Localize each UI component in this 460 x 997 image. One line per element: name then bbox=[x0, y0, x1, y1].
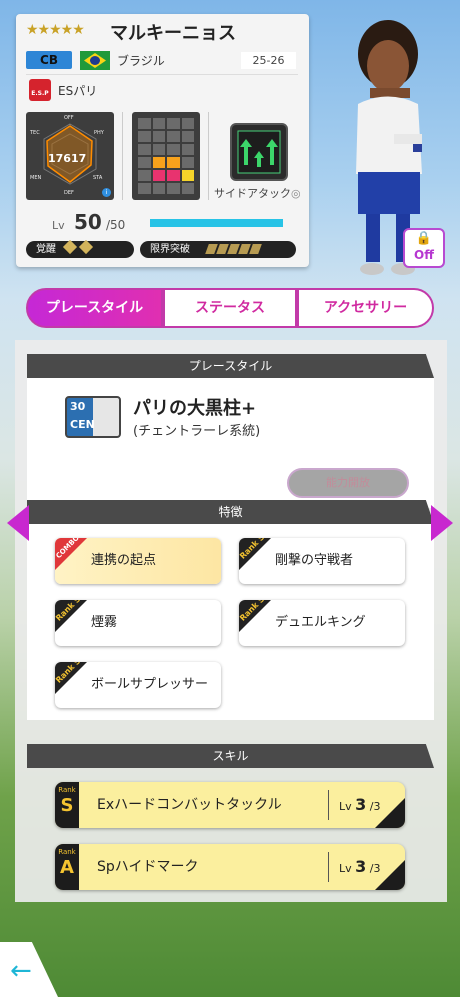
club-label: ESパリ bbox=[58, 84, 98, 98]
trait-label: 剛撃の守戦者 bbox=[275, 553, 354, 568]
trait-label: 連携の起点 bbox=[91, 553, 157, 568]
nation-label: ブラジル bbox=[117, 54, 165, 68]
playstyle-badge-icon: 30 CEN bbox=[65, 396, 121, 438]
radar-label-off: OFF bbox=[64, 115, 74, 121]
traits-header: 特徴 bbox=[27, 500, 434, 524]
playstyle-badge-number: 30 bbox=[70, 400, 86, 413]
radar-label-phy: PHY bbox=[94, 130, 104, 136]
player-name: マルキーニョス bbox=[110, 23, 236, 44]
back-arrow-icon: ← bbox=[10, 956, 32, 986]
detail-panel: プレースタイル 30 CEN パリの大黒柱+ (チェントラーレ系統) 能力開放 … bbox=[15, 340, 447, 902]
info-icon[interactable]: i bbox=[102, 188, 111, 197]
skills-header: スキル bbox=[27, 744, 434, 768]
trait-item[interactable]: COMBO 連携の起点 bbox=[55, 538, 221, 584]
trait-label: ボールサプレッサー bbox=[91, 677, 209, 692]
trait-item[interactable]: Rank S 剛撃の守戦者 bbox=[239, 538, 405, 584]
level-value: 50 bbox=[74, 210, 102, 234]
tab-accessory[interactable]: アクセサリー bbox=[297, 288, 434, 328]
skills-section: Rank S Exハードコンバットタックル Lv 3 /3 Rank A Spハイド… bbox=[27, 768, 434, 902]
skill-name: Exハードコンバットタックル bbox=[97, 797, 282, 813]
skill-rank-badge: Rank S bbox=[55, 782, 79, 828]
tab-playstyle[interactable]: プレースタイル bbox=[26, 288, 163, 328]
playstyle-name: パリの大黒柱+ bbox=[133, 398, 257, 419]
radar-label-sta: STA bbox=[93, 175, 103, 181]
off-label: Off bbox=[414, 248, 434, 262]
trait-label: デュエルキング bbox=[275, 615, 366, 630]
trait-item[interactable]: Rank S 煙霧 bbox=[55, 600, 221, 646]
limit-break-pill: 限界突破 bbox=[140, 241, 296, 258]
playstyle-header: プレースタイル bbox=[27, 354, 434, 378]
skill-item[interactable]: Rank S Exハードコンバットタックル Lv 3 /3 bbox=[55, 782, 405, 828]
unlock-ability-button[interactable]: 能力開放 bbox=[287, 468, 409, 498]
lock-icon: 🔒 bbox=[415, 231, 433, 246]
awaken-diamond-icon bbox=[79, 239, 94, 255]
info-circle-icon: ◎ bbox=[291, 187, 301, 200]
limit-break-label: 限界突破 bbox=[150, 244, 190, 255]
position-map bbox=[132, 112, 200, 200]
trait-label: 煙霧 bbox=[91, 615, 118, 630]
position-badge: CB bbox=[26, 51, 72, 69]
club-logo-icon: E.S.P bbox=[29, 79, 51, 101]
skill-level: Lv 3 /3 bbox=[339, 857, 381, 876]
awaken-diamond-icon bbox=[63, 239, 78, 255]
trait-item[interactable]: Rank S ボールサプレッサー bbox=[55, 662, 221, 708]
limit-stripe-icon bbox=[249, 244, 263, 254]
stat-radar[interactable]: OFF TEC PHY MEN STA DEF 17617 i bbox=[26, 112, 114, 200]
season-label: 25-26 bbox=[241, 52, 296, 69]
radar-label-def: DEF bbox=[64, 190, 74, 196]
skill-level: Lv 3 /3 bbox=[339, 795, 381, 814]
playstyle-subtitle: (チェントラーレ系統) bbox=[133, 424, 261, 439]
divider bbox=[208, 112, 209, 200]
avatar-toggle-button[interactable]: 🔒 Off bbox=[403, 228, 445, 268]
playstyle-badge-position: CEN bbox=[70, 418, 95, 431]
trait-item[interactable]: Rank S デュエルキング bbox=[239, 600, 405, 646]
skill-rank-badge: Rank A bbox=[55, 844, 79, 890]
overall-rating: 17617 bbox=[48, 152, 87, 165]
level-label: Lv bbox=[52, 219, 65, 232]
divider bbox=[122, 112, 123, 200]
awaken-label: 覚醒 bbox=[36, 244, 56, 255]
playstyle-section: 30 CEN パリの大黒柱+ (チェントラーレ系統) 能力開放 bbox=[27, 378, 434, 508]
level-max: /50 bbox=[106, 218, 126, 232]
tab-status[interactable]: ステータス bbox=[163, 288, 297, 328]
divider bbox=[26, 74, 298, 75]
radar-label-men: MEN bbox=[30, 175, 42, 181]
rarity-stars: ★★★★★ bbox=[26, 22, 85, 38]
back-button[interactable]: ← bbox=[0, 942, 58, 997]
skill-item[interactable]: Rank A Spハイドマーク Lv 3 /3 bbox=[55, 844, 405, 890]
radar-label-tec: TEC bbox=[30, 130, 40, 136]
skill-name: Spハイドマーク bbox=[97, 859, 199, 875]
level-progress-bar bbox=[150, 219, 283, 227]
side-attack-label[interactable]: サイドアタック◎ bbox=[214, 185, 301, 201]
traits-section: COMBO 連携の起点 Rank S 剛撃の守戦者 Rank S 煙霧 Rank… bbox=[27, 524, 434, 720]
brazil-flag-icon bbox=[80, 51, 110, 70]
side-attack-icon[interactable] bbox=[230, 123, 288, 181]
awaken-pill: 覚醒 bbox=[26, 239, 134, 258]
